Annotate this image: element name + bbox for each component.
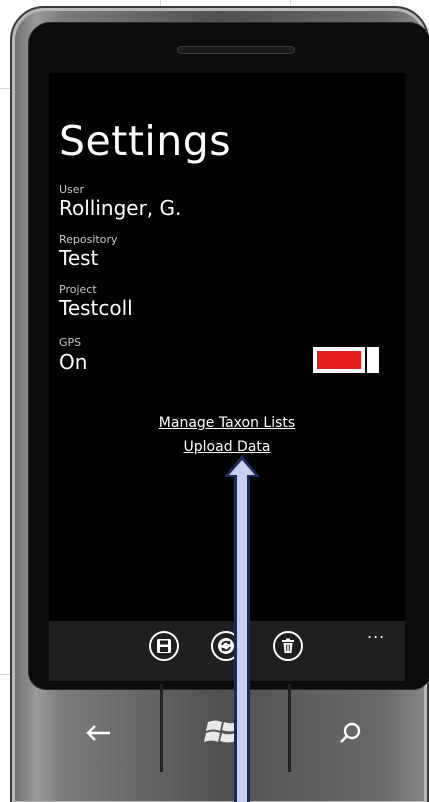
back-arrow-icon [86,725,110,741]
gps-value: On [59,350,88,374]
user-label: User [59,183,85,196]
gps-label: GPS [59,336,82,349]
toggle-fill [317,351,361,369]
earpiece-speaker [177,46,295,54]
page-title: Settings [59,117,232,165]
phone-device: Settings User Rollinger, G. Repository T… [10,6,429,802]
repository-label: Repository [59,233,118,246]
nav-divider [288,684,291,772]
repository-value[interactable]: Test [59,246,98,270]
project-label: Project [59,283,97,296]
save-button[interactable] [149,631,179,661]
search-button[interactable] [310,708,390,758]
back-button[interactable] [58,708,138,758]
background-line [0,88,10,89]
hardware-navigation-bar [10,684,429,802]
gps-toggle-switch[interactable] [313,347,379,373]
upload-data-link[interactable]: Upload Data [49,439,405,455]
more-options-button[interactable]: ... [367,623,385,642]
search-icon [340,722,361,743]
delete-icon [282,638,294,653]
project-value[interactable]: Testcoll [59,296,133,320]
toggle-thumb[interactable] [367,347,379,373]
nav-divider [160,684,163,772]
delete-button[interactable] [273,631,303,661]
annotation-arrow [224,455,260,802]
user-value[interactable]: Rollinger, G. [59,196,181,220]
manage-taxon-lists-link[interactable]: Manage Taxon Lists [49,415,405,431]
background-line [0,674,10,675]
save-icon [157,639,171,653]
